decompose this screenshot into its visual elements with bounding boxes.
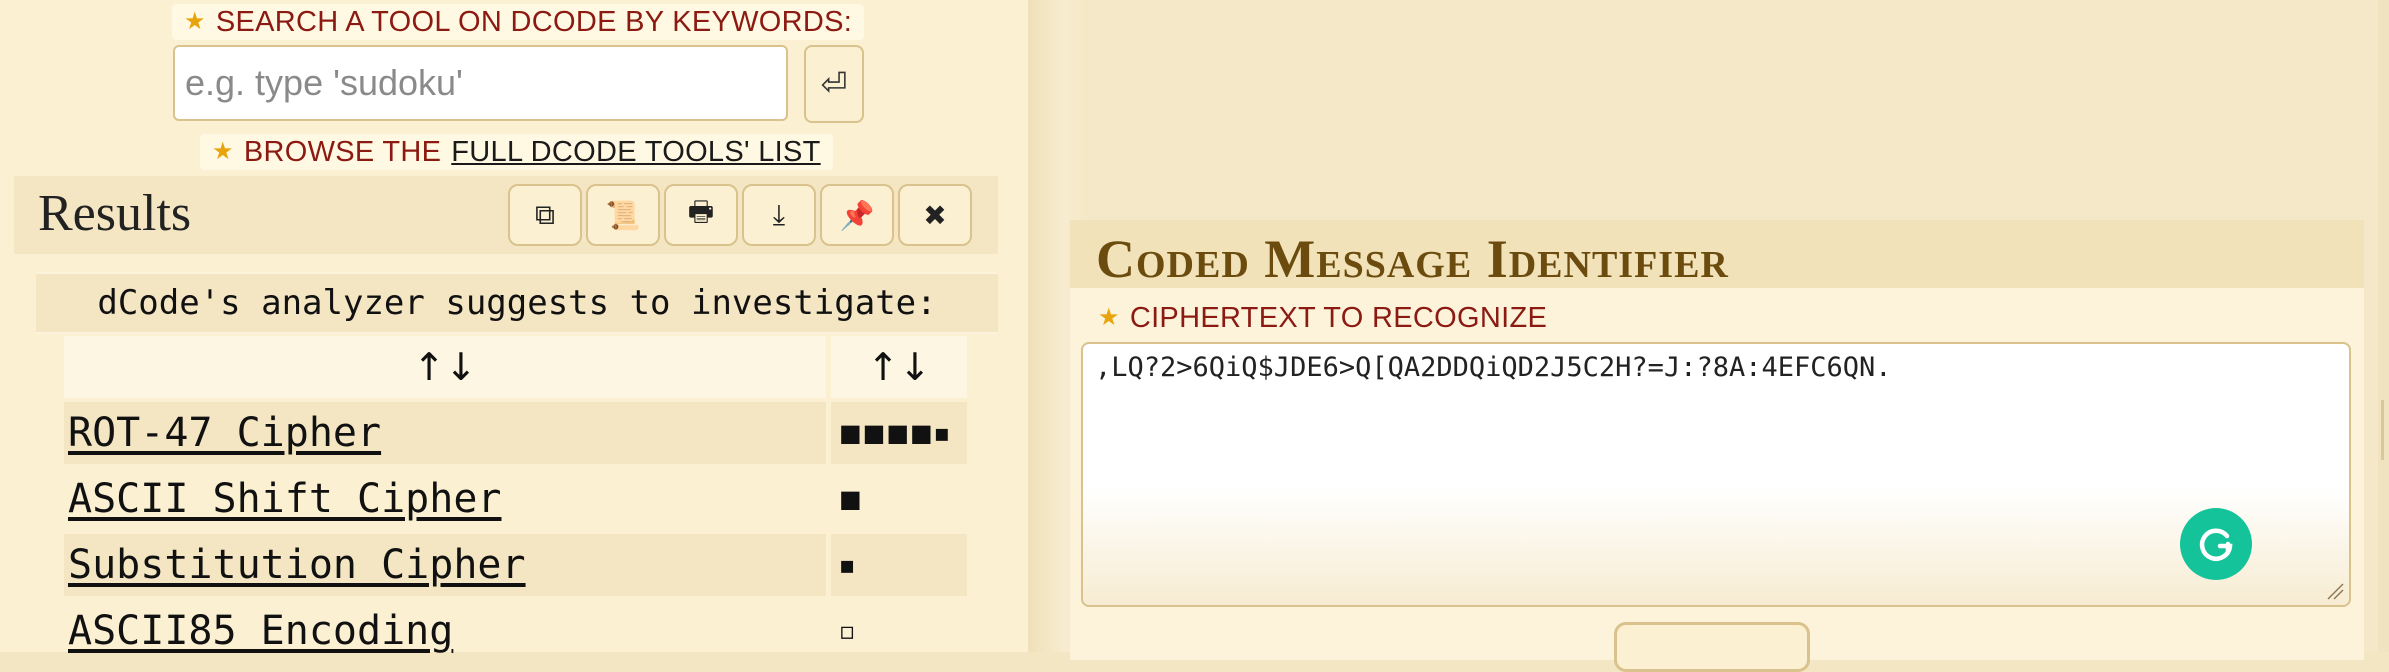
score-indicator: ▪ <box>839 551 857 579</box>
search-label: ★ SEARCH A TOOL ON DCODE BY KEYWORDS: <box>172 4 865 40</box>
full-tools-list-link[interactable]: FULL DCODE TOOLS' LIST <box>451 136 820 169</box>
scroll-icon: 📜 <box>605 199 641 231</box>
sort-score-header[interactable]: ↑↓ <box>831 336 967 398</box>
search-submit-button[interactable]: ⏎ <box>804 45 864 123</box>
search-label-text: SEARCH A TOOL ON DCODE BY KEYWORDS: <box>215 5 853 38</box>
cipher-link[interactable]: ASCII85 Encoding <box>68 608 453 654</box>
score-indicator: ■ <box>839 485 863 513</box>
cipher-link[interactable]: Substitution Cipher <box>68 542 526 588</box>
copy-icon: ⧉ <box>535 198 555 230</box>
ciphertext-label: ★ CIPHERTEXT TO RECOGNIZE <box>1090 300 1555 336</box>
close-button[interactable]: ✖ <box>898 184 972 246</box>
grammarly-g-icon <box>2199 528 2233 561</box>
ciphertext-input[interactable]: ,LQ?2>6QiQ$JDE6>Q[QA2DDQiQD2J5C2H?=J:?8A… <box>1081 342 2351 607</box>
pin-icon: 📌 <box>839 199 875 231</box>
grammarly-icon[interactable] <box>2180 508 2252 580</box>
results-header: Results ⧉ 📜 🖶 ⤓ 📌 ✖ <box>14 176 998 254</box>
download-icon: ⤓ <box>772 198 786 230</box>
page-scrollbar[interactable] <box>2378 0 2389 652</box>
download-button[interactable]: ⤓ <box>742 184 816 246</box>
print-icon: 🖶 <box>687 196 715 227</box>
scroll-button[interactable]: 📜 <box>586 184 660 246</box>
panel-title: Coded Message Identifier <box>1096 229 1729 289</box>
analyze-button[interactable] <box>1614 622 1810 672</box>
resize-handle-icon[interactable] <box>2324 580 2344 600</box>
search-input[interactable] <box>173 45 788 121</box>
browse-prefix: BROWSE THE <box>243 135 442 168</box>
score-indicator: ■■■■▪ <box>839 419 951 447</box>
scrollbar-thumb[interactable] <box>2381 400 2384 460</box>
ciphertext-label-text: CIPHERTEXT TO RECOGNIZE <box>1129 301 1548 334</box>
panel-header: Coded Message Identifier <box>1070 220 2364 289</box>
cipher-link[interactable]: ASCII Shift Cipher <box>68 476 501 522</box>
star-icon: ★ <box>184 8 206 35</box>
cipher-link[interactable]: ROT-47 Cipher <box>68 410 381 456</box>
score-indicator: ▫ <box>839 617 857 645</box>
analyzer-suggestion: dCode's analyzer suggests to investigate… <box>36 272 998 334</box>
copy-button[interactable]: ⧉ <box>508 184 582 246</box>
results-title: Results <box>38 185 192 242</box>
print-button[interactable]: 🖶 <box>664 184 738 246</box>
browse-tools: ★ BROWSE THE FULL DCODE TOOLS' LIST <box>200 134 833 170</box>
star-icon: ★ <box>212 138 234 165</box>
enter-icon: ⏎ <box>820 66 848 102</box>
star-icon: ★ <box>1098 304 1120 331</box>
sort-name-header[interactable]: ↑↓ <box>64 336 826 398</box>
close-icon: ✖ <box>923 199 947 231</box>
pin-button[interactable]: 📌 <box>820 184 894 246</box>
